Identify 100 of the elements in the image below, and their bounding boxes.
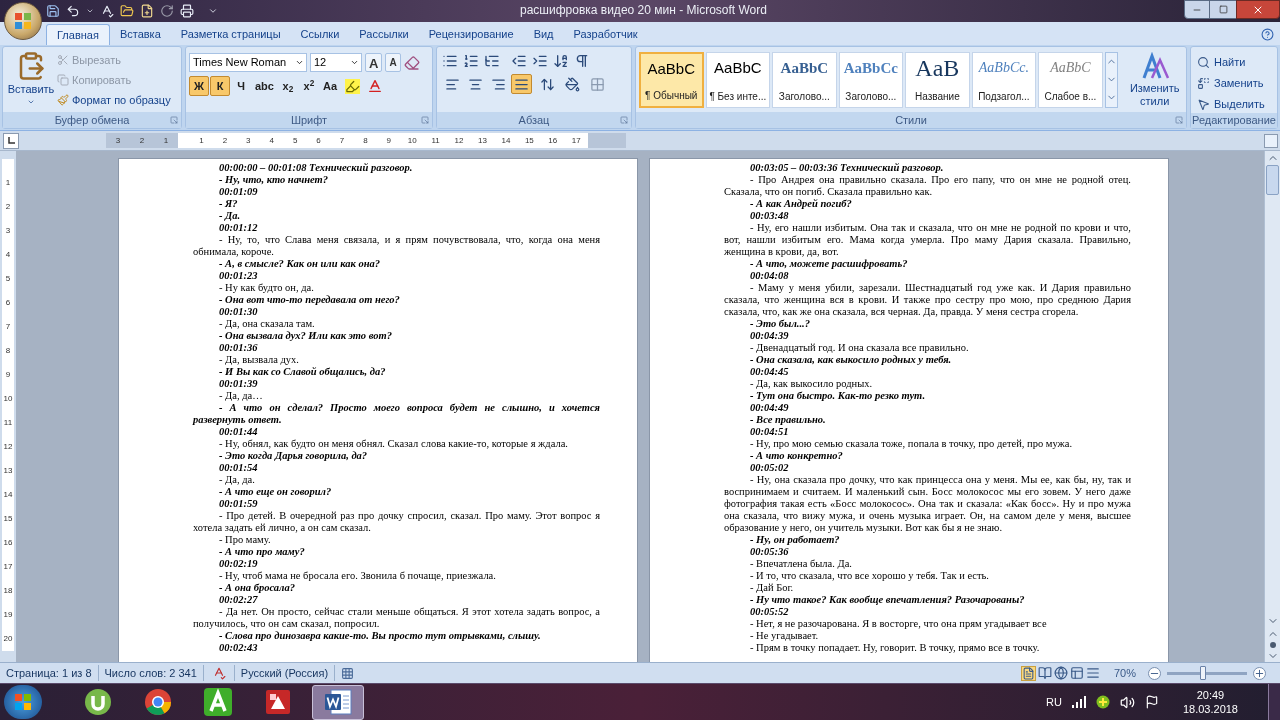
print-icon[interactable] (180, 4, 194, 18)
ribbon-tab[interactable]: Главная (46, 24, 110, 45)
transcript-line: - Да, да… (218, 390, 264, 402)
shading-icon[interactable] (565, 76, 580, 92)
flag-icon[interactable] (1144, 695, 1159, 709)
customize-icon[interactable] (208, 6, 218, 16)
decrease-indent-icon[interactable] (511, 53, 527, 69)
increase-indent-icon[interactable] (532, 53, 548, 69)
transcript-line: - А что конкретно? (749, 450, 844, 462)
pilcrow-icon[interactable] (574, 53, 590, 69)
style-item[interactable]: AaBbCc Заголово... (838, 51, 904, 108)
format-button[interactable]: abc (252, 76, 277, 96)
ribbon-tab[interactable]: Разработчик (563, 24, 648, 45)
vertical-scrollbar[interactable] (1264, 151, 1280, 662)
bullets-icon[interactable] (442, 53, 458, 69)
page-count[interactable]: Страница: 1 из 8 (0, 664, 99, 682)
document-icon[interactable] (140, 4, 154, 18)
format-button[interactable]: Aa (319, 76, 341, 96)
ribbon-tab[interactable]: Вставка (109, 24, 171, 45)
change-styles-button[interactable]: Изменить стили (1126, 51, 1184, 108)
redo-icon[interactable] (160, 4, 174, 18)
transcript-line: - Да нет. Он просто, сейчас стали меньше общаться. Я этот хотела задать вопрос, а получилось, что он сам сказал, попросил. (193, 606, 600, 630)
maximize-button[interactable] (1210, 0, 1236, 19)
sort-icon[interactable] (553, 53, 569, 69)
highlighter-icon[interactable] (345, 78, 361, 94)
zoom-level[interactable]: 70% (1113, 664, 1136, 682)
grow-font-button[interactable]: A (365, 53, 383, 72)
font-size-field[interactable]: 12 (310, 53, 362, 72)
ribbon-tab[interactable]: Вид (523, 24, 564, 45)
transcript-line: 00:01:23 (218, 270, 259, 282)
web-layout-icon[interactable] (1053, 666, 1068, 680)
network-plus-icon[interactable] (1095, 695, 1110, 709)
editing-button[interactable]: Найти (1197, 53, 1271, 71)
ribbon-tab[interactable]: Рецензирование (418, 24, 524, 45)
macro-icon[interactable] (341, 666, 355, 680)
taskbar-app[interactable] (312, 684, 364, 720)
format-button[interactable]: x$^{2}$ (298, 76, 319, 96)
style-item[interactable]: AaBbC Заголово... (772, 51, 837, 108)
format-button[interactable]: К (210, 76, 230, 96)
transcript-line: - Ну, что, кто начнет? (218, 174, 330, 186)
multilevel-list-icon[interactable] (484, 53, 500, 69)
ruler-number: 11 (430, 134, 441, 147)
spellcheck-icon[interactable] (100, 4, 114, 18)
ribbon-tab[interactable]: Ссылки (290, 24, 350, 45)
ruler-number: 10 (3, 393, 13, 405)
folder-icon[interactable] (120, 4, 134, 18)
zoom-in-icon[interactable] (1253, 666, 1266, 680)
zoom-out-icon[interactable] (1148, 666, 1161, 680)
start-button[interactable] (4, 685, 42, 719)
editing-button[interactable]: Выделить (1197, 95, 1271, 113)
undo-icon[interactable] (66, 4, 80, 18)
font-color-icon[interactable] (367, 78, 384, 94)
clock-time[interactable]: 20:49 (1196, 688, 1225, 702)
ruler-number: 12 (453, 134, 465, 147)
caret-icon[interactable] (86, 7, 94, 15)
format-button[interactable]: Ч (231, 76, 251, 96)
show-desktop-button[interactable] (1268, 683, 1280, 720)
transcript-line: 00:04:51 (749, 426, 790, 438)
clear-format-icon[interactable] (403, 54, 420, 71)
paste-button[interactable]: Вставить (5, 49, 57, 112)
style-item[interactable]: AaBbC Слабое в... (1038, 51, 1103, 108)
outline-icon[interactable] (1069, 666, 1084, 680)
clipboard-button[interactable]: Формат по образцу (57, 91, 171, 109)
signal-icon[interactable] (1071, 696, 1086, 708)
volume-icon[interactable] (1119, 694, 1135, 710)
draft-icon[interactable] (1085, 666, 1100, 680)
print-layout-icon[interactable] (1020, 665, 1036, 681)
ribbon-tab[interactable]: Разметка страницы (170, 24, 291, 45)
transcript-line: - И Вы как со Славой общались, да? (218, 366, 387, 378)
help-icon[interactable] (1261, 28, 1274, 41)
scroll-thumb[interactable] (1266, 165, 1279, 195)
transcript-line: 00:04:08 (749, 270, 790, 282)
minimize-button[interactable] (1184, 0, 1210, 19)
transcript-line: 00:04:49 (749, 402, 790, 414)
format-button[interactable]: x$_{2}$ (277, 76, 298, 96)
align-button[interactable] (511, 74, 532, 94)
style-item[interactable]: AaBbC ¶ Обычный (639, 51, 704, 108)
format-button[interactable]: Ж (189, 76, 209, 96)
ruler-number: 4 (268, 134, 275, 147)
style-item[interactable]: AaB Название (905, 51, 970, 108)
line-spacing-icon[interactable] (540, 76, 555, 92)
keyboard-language[interactable]: RU (1046, 693, 1062, 711)
numbering-icon[interactable] (463, 53, 479, 69)
zoom-thumb[interactable] (1200, 666, 1207, 680)
tab-selector[interactable] (3, 132, 19, 149)
save-icon[interactable] (46, 4, 60, 18)
ruler-number: 8 (5, 345, 11, 357)
reading-layout-icon[interactable] (1037, 666, 1052, 680)
ribbon-tab[interactable]: Рассылки (349, 24, 419, 45)
shrink-font-button[interactable]: A (385, 53, 401, 72)
clock-date[interactable]: 18.03.2018 (1182, 702, 1238, 716)
word-count[interactable]: Число слов: 2 341 (98, 664, 204, 682)
ruler-toggle[interactable] (1264, 133, 1278, 148)
style-item[interactable]: AaBbC ¶ Без инте... (705, 51, 771, 108)
chrome-icon (144, 688, 172, 716)
font-name-field[interactable]: Times New Roman (189, 53, 307, 72)
letter-a-app-icon (203, 687, 233, 717)
editing-button[interactable]: Заменить (1197, 74, 1271, 92)
style-item[interactable]: AaBbCc. Подзагол... (971, 51, 1037, 108)
language-status[interactable]: Русский (Россия) (233, 664, 336, 682)
